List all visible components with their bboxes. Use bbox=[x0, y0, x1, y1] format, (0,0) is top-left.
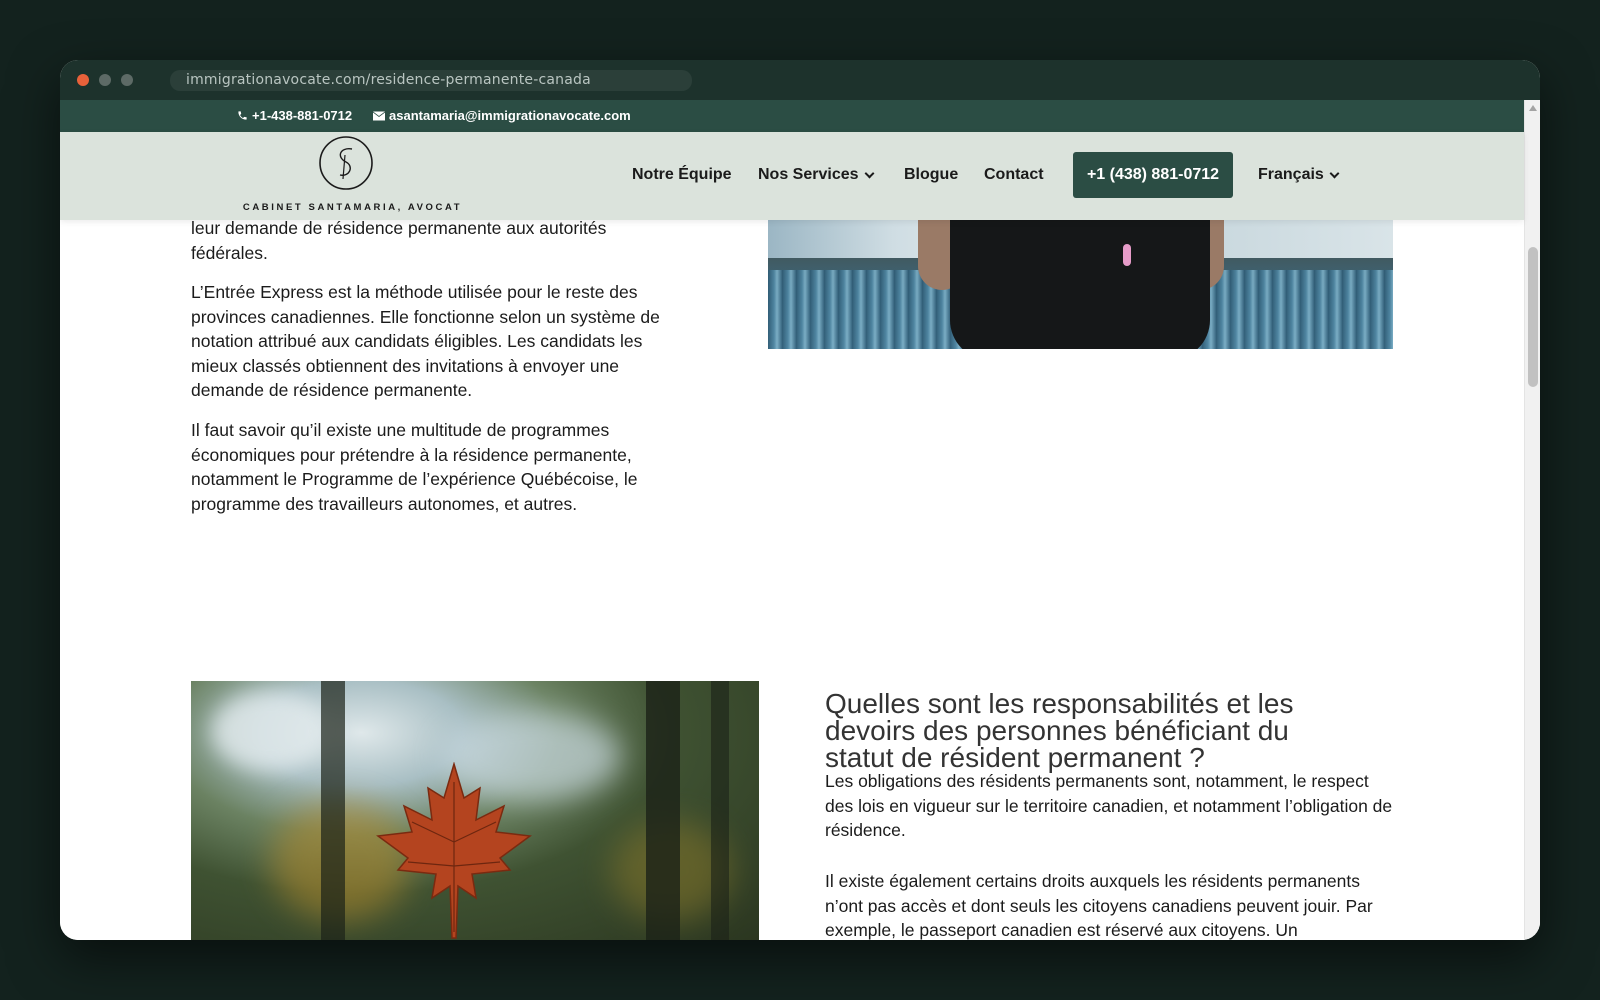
section1-paragraph-1: leur demande de résidence permanente aux… bbox=[191, 218, 607, 263]
section2-heading: Quelles sont les responsabilités et les … bbox=[825, 688, 1294, 773]
chevron-down-icon bbox=[1329, 168, 1340, 178]
scroll-up-arrow-icon[interactable] bbox=[1529, 105, 1537, 111]
logo-monogram-icon bbox=[319, 136, 373, 190]
logo-text: CABINET SANTAMARIA, AVOCAT bbox=[242, 202, 463, 213]
nav-blog-label: Blogue bbox=[904, 166, 959, 183]
page-viewport: +1-438-881-0712 asantamaria@immigrationa… bbox=[60, 100, 1540, 940]
nav-item-services[interactable]: Nos Services bbox=[758, 166, 874, 184]
section1-paragraph-2: L’Entrée Express est la méthode utilisée… bbox=[191, 282, 660, 400]
browser-window: immigrationavocate.com/residence-permane… bbox=[60, 60, 1540, 940]
maximize-window-button[interactable] bbox=[121, 74, 133, 86]
bokeh-light bbox=[211, 691, 331, 771]
address-bar[interactable]: immigrationavocate.com/residence-permane… bbox=[170, 70, 692, 91]
phone-icon bbox=[238, 111, 247, 120]
tree-trunk bbox=[321, 681, 345, 940]
site-logo[interactable]: CABINET SANTAMARIA, AVOCAT bbox=[240, 132, 465, 218]
contact-topbar: +1-438-881-0712 asantamaria@immigrationa… bbox=[60, 100, 1524, 132]
language-switcher[interactable]: Français bbox=[1258, 166, 1340, 184]
minimize-window-button[interactable] bbox=[99, 74, 111, 86]
nav-services-label: Nos Services bbox=[758, 166, 859, 183]
nav-item-team[interactable]: Notre Équipe bbox=[632, 166, 732, 184]
scrollbar-thumb[interactable] bbox=[1528, 247, 1538, 387]
section2-paragraph-2: Il existe également certains droits auxq… bbox=[825, 871, 1373, 940]
maple-leaf-image bbox=[191, 681, 759, 940]
topbar-email-link[interactable]: asantamaria@immigrationavocate.com bbox=[373, 108, 631, 123]
maple-leaf-icon bbox=[376, 762, 532, 939]
topbar-phone-text: +1-438-881-0712 bbox=[252, 108, 353, 123]
language-label: Français bbox=[1258, 166, 1324, 183]
tree-trunk bbox=[711, 681, 729, 940]
vertical-scrollbar[interactable] bbox=[1524, 100, 1540, 940]
nav-contact-label: Contact bbox=[984, 166, 1044, 183]
flamingo-logo-icon bbox=[1123, 244, 1131, 266]
phone-cta-button[interactable]: +1 (438) 881-0712 bbox=[1073, 152, 1233, 198]
nav-item-contact[interactable]: Contact bbox=[984, 166, 1044, 184]
topbar-phone-link[interactable]: +1-438-881-0712 bbox=[237, 108, 352, 123]
section1-paragraph-3: Il faut savoir qu’il existe une multitud… bbox=[191, 420, 638, 514]
nav-team-label: Notre Équipe bbox=[632, 166, 732, 183]
man-by-water-image bbox=[768, 210, 1393, 349]
chevron-down-icon bbox=[864, 168, 874, 178]
section2-paragraph-1: Les obligations des résidents permanents… bbox=[825, 771, 1393, 840]
browser-chrome: immigrationavocate.com/residence-permane… bbox=[60, 60, 1540, 100]
close-window-button[interactable] bbox=[77, 74, 89, 86]
image-shirt bbox=[950, 210, 1210, 349]
topbar-email-text: asantamaria@immigrationavocate.com bbox=[389, 108, 631, 123]
nav-item-blog[interactable]: Blogue bbox=[904, 166, 958, 184]
tree-trunk bbox=[646, 681, 680, 940]
cta-label: +1 (438) 881-0712 bbox=[1086, 166, 1220, 183]
envelope-icon bbox=[373, 111, 385, 120]
site-header: CABINET SANTAMARIA, AVOCAT Notre Équipe … bbox=[60, 132, 1524, 220]
